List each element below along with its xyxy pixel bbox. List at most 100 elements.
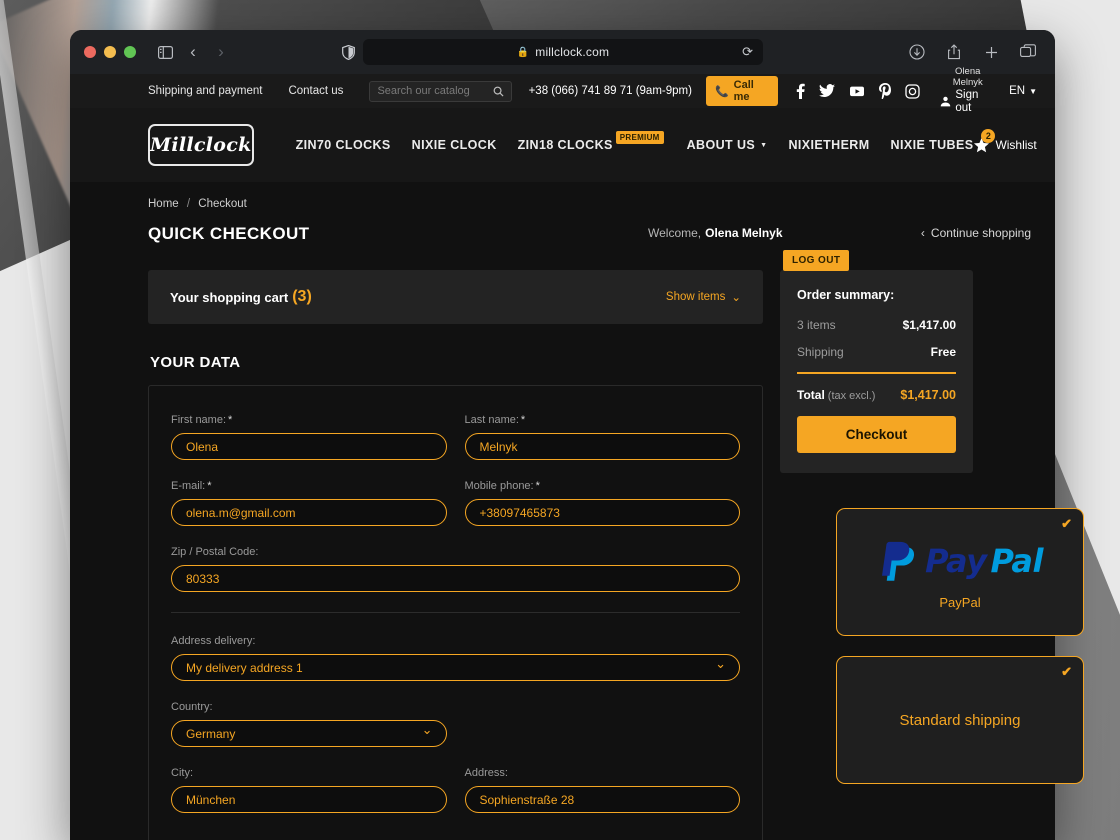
summary-total-note: (tax excl.) [827, 389, 876, 402]
summary-divider [797, 372, 956, 374]
breadcrumb: Home / Checkout [148, 198, 1037, 210]
pinterest-icon[interactable] [879, 83, 892, 99]
field-label: Country: [171, 701, 213, 713]
sidebar-toggle-icon[interactable] [152, 39, 178, 65]
topbar-link-contact[interactable]: Contact us [288, 85, 343, 97]
field-label: Address delivery: [171, 635, 256, 647]
cart-bar-label: Your shopping cart [170, 289, 289, 305]
search-input[interactable]: Search our catalog [369, 80, 512, 102]
utility-topbar: Shipping and payment Contact us Search o… [70, 66, 1055, 114]
instagram-icon[interactable] [905, 83, 921, 99]
field-first-name: First name: * Olena [171, 414, 447, 460]
address-bar[interactable]: 🔒 millclock.com ⟳ [363, 39, 763, 65]
close-window-button[interactable] [84, 46, 96, 58]
call-me-button[interactable]: 📞 Call me [705, 76, 779, 106]
checkout-main-column: Your shopping cart (3) Show items ⌄ YOUR… [148, 270, 763, 840]
nav-link-about-us[interactable]: ABOUT US ▼ [687, 138, 768, 152]
field-label: First name: * [171, 414, 233, 426]
your-data-form: First name:* Olena Last name:* Melnyk [148, 385, 763, 840]
order-summary-panel: Order summary: 3 items $1,417.00 Shippin… [780, 270, 973, 473]
show-items-toggle[interactable]: Show items ⌄ [666, 290, 741, 304]
field-last-name: Last name: * Melnyk [464, 414, 740, 460]
field-zip: Zip / Postal Code: 80333 [171, 546, 740, 592]
social-links[interactable] [796, 83, 921, 99]
form-row-names: First name: * Olena Last name: * Melnyk [171, 414, 740, 460]
account-menu[interactable]: Olena Melnyk Sign out [940, 66, 995, 115]
continue-shopping-link[interactable]: ‹ Continue shopping [921, 226, 1031, 240]
topbar-link-shipping[interactable]: Shipping and payment [148, 85, 262, 97]
address-delivery-select[interactable]: My delivery address 1 [171, 654, 740, 681]
sign-out-label: Sign out [955, 88, 979, 114]
payment-method-label: PayPal [939, 594, 981, 610]
facebook-icon[interactable] [796, 83, 806, 99]
language-selector[interactable]: EN ▼ [1009, 85, 1037, 97]
required-mark: * [207, 480, 212, 492]
nav-link-zin18-clocks[interactable]: ZIN18 CLOCKS PREMIUM [517, 130, 666, 152]
search-placeholder: Search our catalog [377, 85, 470, 97]
forward-arrow-icon[interactable]: › [208, 42, 234, 62]
field-mobile-phone: Mobile phone: * +38097465873 [464, 480, 740, 526]
nav-link-nixietherm[interactable]: NIXIETHERM [788, 138, 869, 152]
wishlist-button[interactable]: 2 Wishlist [973, 128, 1037, 154]
field-country: Country: Germany [171, 701, 447, 747]
share-icon[interactable] [941, 39, 967, 65]
nav-label: ZIN18 CLOCKS [517, 138, 613, 152]
download-icon[interactable] [904, 39, 930, 65]
mobile-phone-input[interactable]: +38097465873 [464, 499, 740, 526]
first-name-input[interactable]: Olena [171, 433, 447, 460]
paypal-logo-pal: Pal [990, 541, 1043, 580]
breadcrumb-separator: / [186, 198, 191, 210]
order-summary-title: Order summary: [797, 288, 895, 302]
address-bar-url: millclock.com [535, 45, 610, 59]
field-label: City: [171, 767, 193, 779]
city-input[interactable]: München [171, 786, 447, 813]
nav-label: NIXIE CLOCK [411, 138, 497, 152]
language-label: EN [1009, 85, 1026, 97]
shipping-method-standard-card[interactable]: ✔ Standard shipping [836, 656, 1084, 784]
shipping-method-label: Standard shipping [899, 711, 1021, 729]
tab-overview-icon[interactable] [1015, 39, 1041, 65]
zip-code-input[interactable]: 80333 [171, 565, 740, 592]
checkout-button[interactable]: Checkout [797, 415, 956, 453]
page-title: QUICK CHECKOUT [148, 224, 310, 243]
sign-out-button[interactable]: Sign out [940, 89, 995, 115]
breadcrumb-home[interactable]: Home [148, 198, 179, 210]
search-icon[interactable] [493, 86, 504, 97]
site-logo[interactable]: Millclock [148, 124, 254, 166]
required-mark: * [520, 414, 526, 426]
form-row-country: Country: Germany [171, 701, 740, 747]
minimize-window-button[interactable] [104, 46, 116, 58]
youtube-icon[interactable] [849, 84, 865, 98]
nav-links: ZIN70 CLOCKS NIXIE CLOCK ZIN18 CLOCKS PR… [296, 130, 974, 152]
browser-titlebar: ‹ › 🔒 millclock.com ⟳ [70, 30, 1055, 74]
required-mark: * [228, 414, 233, 426]
summary-items-label: 3 items [797, 318, 836, 332]
address-input[interactable]: Sophienstraße 28 [464, 786, 740, 813]
nav-link-nixie-clock[interactable]: NIXIE CLOCK [412, 138, 497, 152]
maximize-window-button[interactable] [124, 46, 136, 58]
last-name-input[interactable]: Melnyk [464, 433, 740, 460]
twitter-icon[interactable] [819, 84, 836, 98]
summary-row-shipping: Shipping Free [797, 345, 956, 359]
contact-phone: +38 (066) 741 89 71 (9am-9pm) [528, 85, 692, 97]
nav-actions: 2 Wishlist 3 Cart [973, 128, 1055, 154]
privacy-shield-icon[interactable] [335, 39, 361, 65]
welcome-message: Welcome, Olena Melnyk [648, 226, 783, 240]
user-icon [940, 96, 951, 107]
window-controls[interactable] [84, 46, 136, 58]
field-label: E-mail: * [171, 480, 212, 492]
field-label: Address: [464, 767, 508, 779]
payment-method-paypal-card[interactable]: ✔ Pay Pal PayPal [836, 508, 1084, 636]
back-arrow-icon[interactable]: ‹ [180, 42, 206, 62]
email-input[interactable]: olena.m@gmail.com [171, 499, 447, 526]
shopping-cart-summary-bar[interactable]: Your shopping cart (3) Show items ⌄ [148, 270, 763, 324]
plus-icon[interactable] [978, 39, 1004, 65]
field-address: Address: Sophienstraße 28 [464, 767, 740, 813]
nav-link-nixie-tubes[interactable]: NIXIE TUBES [891, 138, 974, 152]
country-select[interactable]: Germany [171, 720, 447, 747]
field-address-delivery: Address delivery: My delivery address 1 [171, 635, 740, 681]
chevron-down-icon: ▼ [760, 141, 768, 149]
log-out-button[interactable]: LOG OUT [783, 250, 850, 271]
reload-icon[interactable]: ⟳ [742, 44, 753, 60]
nav-link-zin70-clocks[interactable]: ZIN70 CLOCKS [296, 138, 391, 152]
